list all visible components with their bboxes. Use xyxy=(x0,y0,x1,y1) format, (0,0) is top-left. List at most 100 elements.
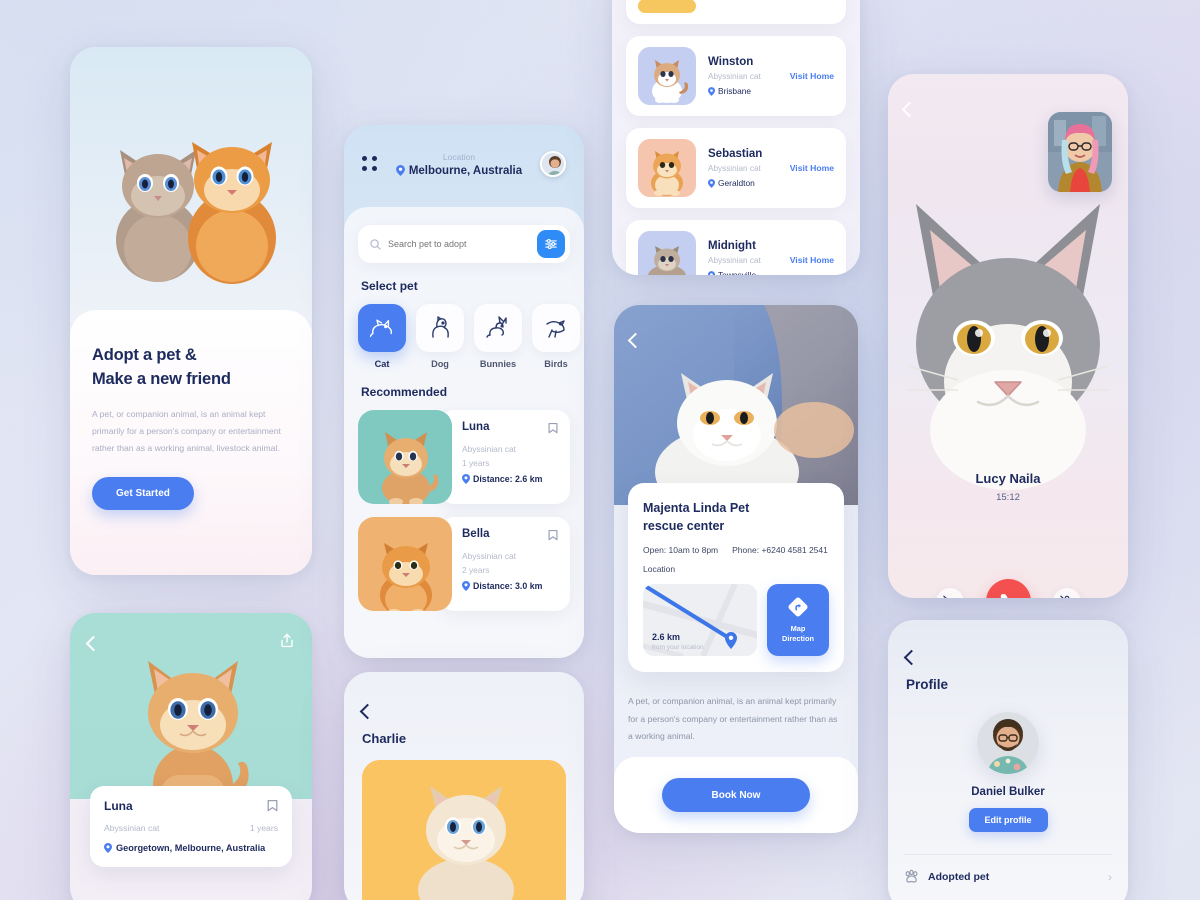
pet-breed: Abyssinian cat xyxy=(462,444,516,454)
pet-thumbnail xyxy=(638,47,696,105)
location-pin-icon xyxy=(462,474,470,484)
map-preview[interactable]: 2.6 km from your location xyxy=(643,584,757,657)
home-sheet: Select pet Cat xyxy=(344,207,584,658)
list-item[interactable]: Winston Abyssinian cat Brisbane Visit Ho… xyxy=(626,36,846,116)
call-duration: 15:12 xyxy=(996,492,1020,503)
chevron-left-icon[interactable] xyxy=(903,649,920,666)
search-input[interactable] xyxy=(388,239,537,249)
rescue-info-card: Majenta Linda Pet rescue center Open: 10… xyxy=(628,483,844,673)
avatar xyxy=(977,712,1039,774)
pet-distance-text: Distance: 3.0 km xyxy=(473,581,543,591)
recommended-item[interactable]: Luna Abyssinian cat 1 years Distance: 2.… xyxy=(358,410,570,504)
pet-location-text: Brisbane xyxy=(718,86,752,96)
share-icon[interactable] xyxy=(280,633,294,653)
location-pin-icon xyxy=(462,581,470,591)
pet-location-text: Geraldton xyxy=(718,178,755,188)
search-bar[interactable] xyxy=(358,225,570,263)
phone-number: Phone: +6240 4581 2541 xyxy=(732,545,828,556)
pet-info: Luna Abyssinian cat 1 years Distance: 2.… xyxy=(440,410,570,504)
list-item-partial[interactable] xyxy=(626,0,846,24)
bookmark-icon[interactable] xyxy=(548,528,558,546)
pet-name: Midnight xyxy=(708,240,756,252)
pet-age: 1 years xyxy=(249,823,278,833)
onboarding-screen: Adopt a pet & Make a new friend A pet, o… xyxy=(70,47,312,575)
pet-distance-text: Distance: 2.6 km xyxy=(473,474,543,484)
edit-profile-button[interactable]: Edit profile xyxy=(968,808,1048,832)
pet-thumbnail xyxy=(358,517,452,611)
menu-item-adopted-pet[interactable]: Adopted pet › xyxy=(904,854,1112,884)
pet-thumbnail xyxy=(358,410,452,504)
pet-summary-card: Luna Abyssinian cat 1 years Georgetown, … xyxy=(90,786,292,867)
video-off-icon xyxy=(942,595,956,598)
pet-age: 2 years xyxy=(462,565,490,575)
direction-line-1: Map xyxy=(790,624,806,634)
filter-button[interactable] xyxy=(537,230,565,258)
list-item[interactable]: Sebastian Abyssinian cat Geraldton Visit… xyxy=(626,128,846,208)
end-call-button[interactable] xyxy=(985,579,1031,598)
kittens-hero-image xyxy=(70,47,312,322)
mic-off-icon xyxy=(1059,595,1069,598)
pet-breed: Abyssinian cat xyxy=(708,256,761,265)
mic-off-button[interactable] xyxy=(1052,587,1081,598)
location-pin-icon xyxy=(104,843,112,853)
video-off-button[interactable] xyxy=(935,587,964,598)
pet-age: 1 years xyxy=(462,458,490,468)
onboarding-body-text: A pet, or companion animal, is an animal… xyxy=(92,408,281,454)
pet-list-screen: Winston Abyssinian cat Brisbane Visit Ho… xyxy=(612,0,860,275)
rescue-title-line-2: rescue center xyxy=(643,519,725,534)
pet-breed: Abyssinian cat xyxy=(708,164,761,173)
pet-distance: Distance: 2.6 km xyxy=(462,474,558,484)
pet-thumbnail xyxy=(638,139,696,197)
visit-home-link[interactable]: Visit Home xyxy=(790,255,834,265)
chevron-left-icon[interactable] xyxy=(85,635,102,651)
pet-breed: Abyssinian cat xyxy=(708,72,761,81)
location-label: Location xyxy=(442,151,476,162)
menu-item-label: Adopted pet xyxy=(928,870,990,883)
rescue-title: Majenta Linda Pet rescue center xyxy=(643,499,829,535)
bookmark-icon[interactable] xyxy=(267,799,278,817)
chevron-left-icon[interactable] xyxy=(359,703,376,720)
bookmark-icon[interactable] xyxy=(548,421,558,439)
filter-sliders-icon xyxy=(545,238,557,250)
category-label: Bunnies xyxy=(479,359,517,369)
self-view-thumbnail[interactable] xyxy=(1048,112,1112,192)
direction-line-2: Direction xyxy=(781,634,815,644)
chevron-left-icon[interactable] xyxy=(901,101,918,118)
get-started-button[interactable]: Get Started xyxy=(92,477,194,511)
cat-icon xyxy=(369,319,393,337)
location-pin-icon xyxy=(395,165,405,176)
visit-home-link[interactable]: Visit Home xyxy=(790,71,834,81)
pet-location: Georgetown, Melbourne, Australia xyxy=(104,843,278,853)
rescue-hero-image xyxy=(614,305,858,505)
location-value: Melbourne, Australia xyxy=(408,164,523,177)
category-cat[interactable]: Cat xyxy=(358,304,406,369)
location-pin-icon xyxy=(708,178,715,188)
list-item[interactable]: Midnight Abyssinian cat Townsville Visit… xyxy=(626,220,846,275)
recommended-item[interactable]: Bella Abyssinian cat 2 years Distance: 3… xyxy=(358,517,570,611)
pet-name: Sebastian xyxy=(708,148,763,160)
pet-info: Bella Abyssinian cat 2 years Distance: 3… xyxy=(440,517,570,611)
avatar[interactable] xyxy=(540,151,566,177)
grid-menu-icon[interactable] xyxy=(362,156,378,172)
chevron-left-icon[interactable] xyxy=(627,332,644,349)
category-dog[interactable]: Dog xyxy=(416,304,464,369)
pet-name: Luna xyxy=(104,799,133,813)
page-title: Charlie xyxy=(362,731,407,746)
category-bunnies[interactable]: Bunnies xyxy=(474,304,522,369)
book-now-button[interactable]: Book Now xyxy=(662,778,810,812)
pet-thumbnail xyxy=(638,231,696,275)
rescue-footer: Book Now xyxy=(614,757,858,833)
visit-home-link[interactable]: Visit Home xyxy=(790,163,834,173)
recommended-heading: Recommended xyxy=(361,385,448,399)
map-direction-button[interactable]: Map Direction xyxy=(767,584,829,657)
rescue-title-line-1: Majenta Linda Pet xyxy=(643,501,750,515)
location-block[interactable]: Location Melbourne, Australia xyxy=(378,152,540,177)
pet-name: Luna xyxy=(462,421,490,433)
category-label: Birds xyxy=(544,359,568,369)
bunny-icon xyxy=(486,316,507,338)
map-distance: 2.6 km xyxy=(652,632,681,643)
category-birds[interactable]: Birds xyxy=(532,304,580,369)
charlie-photo xyxy=(362,760,566,900)
pet-location-text: Georgetown, Melbourne, Australia xyxy=(116,843,266,853)
pet-name: Bella xyxy=(462,528,490,540)
